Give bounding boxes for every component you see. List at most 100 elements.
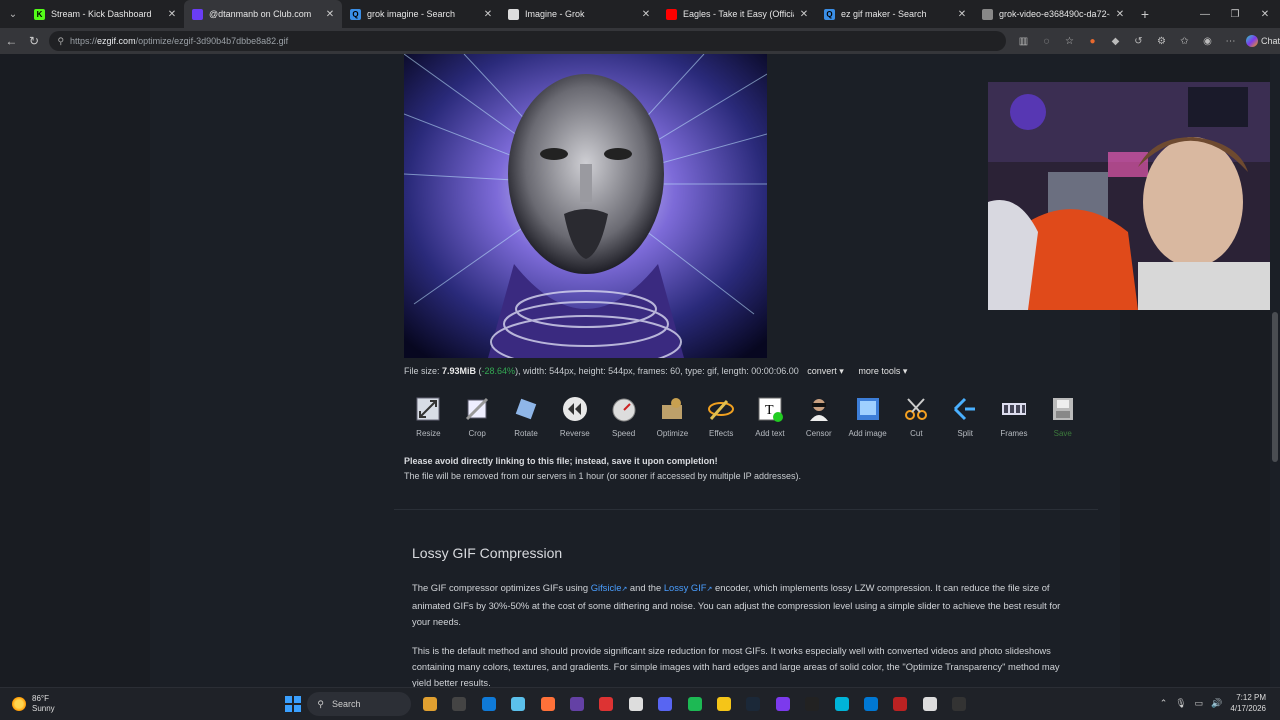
tool-optimize-button[interactable]: Optimize: [648, 394, 697, 438]
tab-2[interactable]: Qgrok imagine - Search ✕: [342, 0, 500, 28]
taskbar-app-4-icon[interactable]: [533, 692, 562, 716]
gif-preview: [404, 54, 767, 358]
back-icon[interactable]: ←: [0, 29, 23, 53]
tab-3[interactable]: Imagine - Grok ✕: [500, 0, 658, 28]
extension-icon[interactable]: ●: [1081, 31, 1104, 51]
new-tab-button[interactable]: +: [1132, 6, 1158, 22]
copilot-icon: [1245, 35, 1258, 47]
close-icon[interactable]: ✕: [1250, 0, 1280, 28]
tool-frames-button[interactable]: Frames: [990, 394, 1039, 438]
taskbar-app-8-icon[interactable]: [651, 692, 680, 716]
tool-speed-button[interactable]: Speed: [599, 394, 648, 438]
refresh-ext-icon[interactable]: ↺: [1127, 31, 1150, 51]
weather-widget[interactable]: 86°F Sunny: [12, 694, 55, 714]
tool-reverse-button[interactable]: Reverse: [550, 394, 599, 438]
tool-effects-button[interactable]: Effects: [697, 394, 746, 438]
tab-6[interactable]: grok-video-e368490c-da72-4b83 ✕: [974, 0, 1132, 28]
taskbar-app-12-icon[interactable]: [768, 692, 797, 716]
taskbar-app-18-icon[interactable]: [944, 692, 973, 716]
tool-crop-button[interactable]: Crop: [453, 394, 502, 438]
taskbar-search[interactable]: ⚲ Search: [307, 692, 412, 716]
page-scrollbar[interactable]: [1270, 54, 1280, 687]
tool-split-button[interactable]: Split: [941, 394, 990, 438]
tab-close-icon[interactable]: ✕: [798, 9, 810, 20]
tab-close-icon[interactable]: ✕: [956, 9, 968, 20]
app-glyph: [628, 697, 643, 711]
tab-4[interactable]: Eagles - Take it Easy (Official Aud ✕: [658, 0, 816, 28]
tab-0[interactable]: K Stream - Kick Dashboard ✕: [26, 0, 184, 28]
reader-icon[interactable]: ◌: [1035, 31, 1058, 51]
tab-close-icon[interactable]: ✕: [482, 9, 494, 20]
profile-icon[interactable]: ◉: [1196, 31, 1219, 51]
tab-search-icon[interactable]: ⌄: [0, 0, 26, 28]
more-menu-icon[interactable]: ⋯: [1219, 31, 1242, 51]
scrollbar-thumb[interactable]: [1272, 312, 1278, 462]
tool-add-image-button[interactable]: Add image: [843, 394, 892, 438]
tool-add-text-button[interactable]: T Add text: [746, 394, 795, 438]
taskbar-app-10-icon[interactable]: [709, 692, 738, 716]
toolbar-icons: ▥ ◌ ☆ ● ◆ ↺ ⚙ ✩ ◉ ⋯: [1012, 31, 1242, 51]
favorites-icon[interactable]: ✩: [1173, 31, 1196, 51]
app-glyph: [687, 697, 702, 711]
favorite-icon[interactable]: ☆: [1058, 31, 1081, 51]
start-button[interactable]: [278, 692, 307, 716]
taskbar-app-0-icon[interactable]: [415, 692, 444, 716]
more-tools-dropdown[interactable]: more tools ▾: [858, 366, 907, 376]
tab-favicon-icon: K: [34, 8, 45, 20]
lossy-gif-link[interactable]: Lossy GIF: [664, 582, 707, 593]
tool-rotate-button[interactable]: Rotate: [502, 394, 551, 438]
taskbar-app-5-icon[interactable]: [562, 692, 591, 716]
sun-icon: [12, 697, 26, 711]
taskbar-app-2-icon[interactable]: [474, 692, 503, 716]
tab-close-icon[interactable]: ✕: [324, 9, 336, 20]
split-screen-icon[interactable]: ▥: [1012, 31, 1035, 51]
tool-bar: Resize Crop Rotate Reverse Speed Optimize Effe…: [404, 394, 1087, 438]
tab-1[interactable]: @dtanmanb on Club.com ✕: [184, 0, 342, 28]
app-glyph: [511, 697, 526, 711]
maximize-icon[interactable]: ❐: [1220, 0, 1250, 28]
tab-close-icon[interactable]: ✕: [640, 9, 652, 20]
taskbar-app-13-icon[interactable]: [797, 692, 826, 716]
taskbar-app-6-icon[interactable]: [592, 692, 621, 716]
taskbar-app-14-icon[interactable]: [827, 692, 856, 716]
taskbar-app-7-icon[interactable]: [621, 692, 650, 716]
minimize-icon[interactable]: —: [1190, 0, 1220, 28]
address-bar[interactable]: ⚲ https://ezgif.com/optimize/ezgif-3d90b…: [49, 31, 1006, 51]
app-glyph: [893, 697, 908, 711]
reload-icon[interactable]: ↻: [23, 29, 46, 53]
extensions-icon[interactable]: ⚙: [1150, 31, 1173, 51]
tool-censor-button[interactable]: Censor: [794, 394, 843, 438]
tray-chevron-icon[interactable]: ⌃: [1160, 698, 1168, 709]
tab-title: @dtanmanb on Club.com: [209, 9, 312, 19]
tab-close-icon[interactable]: ✕: [1114, 9, 1126, 20]
tab-5[interactable]: Qez gif maker - Search ✕: [816, 0, 974, 28]
network-icon[interactable]: ▭: [1195, 698, 1204, 709]
app-glyph: [805, 697, 820, 711]
taskbar-app-3-icon[interactable]: [504, 692, 533, 716]
tab-favicon-icon: Q: [350, 8, 361, 20]
weather-temp: 86°F: [32, 694, 49, 703]
taskbar-app-17-icon[interactable]: [915, 692, 944, 716]
taskbar-app-16-icon[interactable]: [886, 692, 915, 716]
convert-dropdown[interactable]: convert ▾: [807, 366, 844, 376]
tool-save-button[interactable]: Save: [1038, 394, 1087, 438]
clock[interactable]: 7:12 PM 4/17/2026: [1230, 692, 1266, 714]
taskbar-app-11-icon[interactable]: [739, 692, 768, 716]
tool-cut-button[interactable]: Cut: [892, 394, 941, 438]
tool-resize-button[interactable]: Resize: [404, 394, 453, 438]
taskbar-app-1-icon[interactable]: [445, 692, 474, 716]
copilot-chat-button[interactable]: Chat: [1245, 35, 1280, 47]
effects-icon: [706, 394, 736, 424]
tool-label: Split: [957, 429, 973, 438]
app-glyph: [452, 697, 467, 711]
gifsicle-link[interactable]: Gifsicle: [591, 582, 622, 593]
taskbar-app-9-icon[interactable]: [680, 692, 709, 716]
taskbar-app-15-icon[interactable]: [856, 692, 885, 716]
p1-text-a: The GIF compressor optimizes GIFs using: [412, 582, 591, 593]
tab-close-icon[interactable]: ✕: [166, 9, 178, 20]
mic-icon[interactable]: 🎙: [1175, 698, 1186, 709]
extension2-icon[interactable]: ◆: [1104, 31, 1127, 51]
site-info-icon[interactable]: ⚲: [57, 36, 64, 47]
volume-icon[interactable]: 🔊: [1211, 698, 1222, 709]
app-glyph: [481, 697, 496, 711]
